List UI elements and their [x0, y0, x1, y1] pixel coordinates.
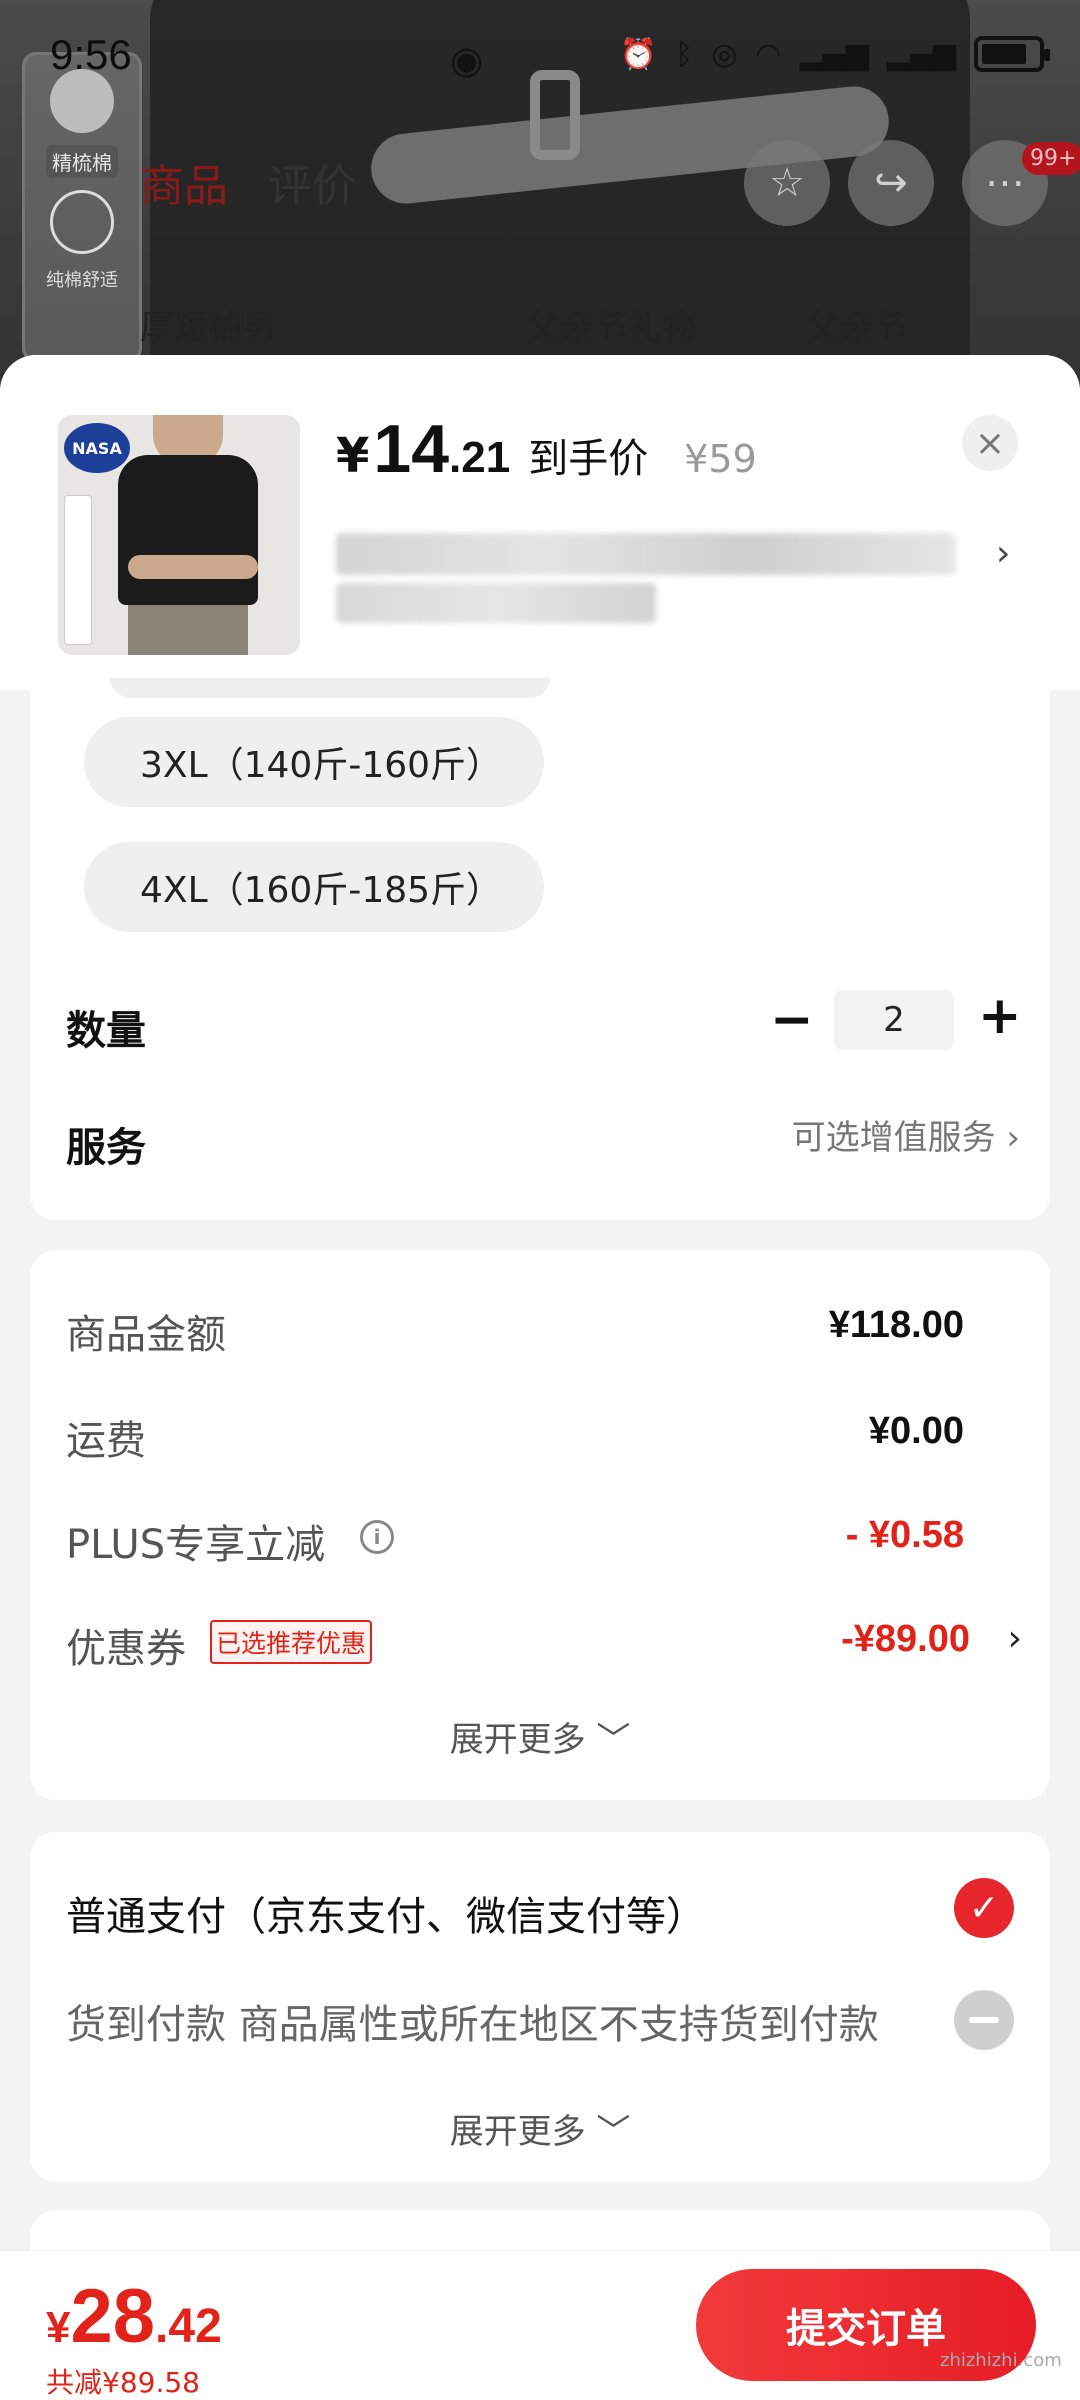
disabled-option-icon	[954, 1990, 1014, 2050]
shipping-label: 运费	[66, 1418, 146, 1464]
shipping-value: ¥0.00	[868, 1410, 964, 1452]
status-icons: ⏰ ᛒ ◎ ◠ ▂▄▆ ▂▄▆	[619, 36, 1050, 72]
feature-strip	[64, 495, 92, 645]
sheet-header: NASA ¥ 14 .21 到手价 ¥59 × ›	[0, 355, 1080, 690]
background-search-row: 厚短袖男 父亲节礼物 父亲节	[80, 300, 1080, 349]
price-decimal: .21	[449, 433, 511, 482]
wifi-icon: ◠	[755, 36, 782, 72]
payment-card: 普通支付（京东支付、微信支付等） ✓ 货到付款 商品属性或所在地区不支持货到付款…	[30, 1832, 1050, 2182]
message-badge: 99+	[1022, 142, 1080, 175]
thumb-tag: 精梳棉	[46, 145, 118, 178]
model-arm	[128, 555, 258, 579]
coupon-label: 优惠券	[66, 1626, 186, 1672]
quantity-minus-button[interactable]: −	[770, 990, 814, 1050]
quantity-plus-button[interactable]: +	[978, 986, 1022, 1046]
search-term: 父亲节	[806, 308, 908, 348]
size-option-4xl[interactable]: 4XL（160斤-185斤）	[84, 842, 544, 932]
total-price: ¥ 28 .42	[46, 2273, 222, 2360]
quantity-label: 数量	[66, 1008, 146, 1054]
eye-icon: ◉	[450, 38, 484, 82]
chevron-right-icon[interactable]: ›	[1008, 1618, 1022, 1659]
battery-icon	[974, 36, 1050, 72]
background-tabs: 商品 评价	[140, 150, 356, 214]
service-label: 服务	[66, 1125, 146, 1171]
original-price: ¥59	[684, 437, 757, 481]
plus-discount-value: - ¥0.58	[845, 1514, 964, 1556]
coupon-value[interactable]: -¥89.00	[841, 1618, 970, 1661]
blurred-address-line2	[336, 583, 656, 623]
plus-discount-label: PLUS专享立减	[66, 1522, 326, 1568]
favorite-star-icon: ☆	[744, 140, 830, 226]
model-pants	[128, 605, 248, 655]
expand-more-amounts[interactable]: 展开更多 ﹀	[30, 1712, 1050, 1761]
cotton-flower-icon	[50, 190, 114, 254]
signal-4g-icon: ▂▄▆	[799, 36, 869, 72]
status-time: 9:56	[50, 31, 132, 78]
quantity-input[interactable]: 2	[834, 990, 954, 1050]
checkout-bar: ¥ 28 .42 共减¥89.58 提交订单	[0, 2250, 1080, 2400]
alarm-icon: ⏰	[619, 36, 658, 72]
search-term: 厚短袖男	[140, 308, 276, 348]
model-tshirt	[118, 455, 258, 605]
total-integer: 28	[70, 2274, 156, 2359]
value-added-service-link[interactable]: 可选增值服务 ›	[792, 1110, 1020, 1159]
price-row: ¥ 14 .21 到手价 ¥59	[336, 410, 757, 488]
watermark: zhizhizhi.com	[940, 2350, 1062, 2371]
price-integer: 14	[373, 411, 450, 487]
status-bar: 9:56 ◉ ⏰ ᛒ ◎ ◠ ▂▄▆ ▂▄▆	[0, 0, 1080, 110]
nasa-logo-icon: NASA	[64, 423, 130, 473]
goods-amount-label: 商品金额	[66, 1312, 226, 1358]
goods-amount-value: ¥118.00	[828, 1304, 964, 1346]
info-icon[interactable]: i	[360, 1520, 394, 1554]
payment-cod-option: 货到付款 商品属性或所在地区不支持货到付款	[66, 2002, 879, 2048]
payment-normal-option[interactable]: 普通支付（京东支付、微信支付等）	[66, 1884, 706, 1942]
bluetooth-icon: ᛒ	[675, 36, 694, 72]
price-currency: ¥	[336, 428, 370, 484]
amount-card: 商品金额 ¥118.00 运费 ¥0.00 PLUS专享立减 i - ¥0.58…	[30, 1250, 1050, 1800]
coupon-recommended-badge: 已选推荐优惠	[210, 1620, 373, 1664]
hotspot-icon: ◎	[711, 36, 738, 72]
price-label: 到手价	[528, 436, 649, 482]
search-term: 父亲节礼物	[526, 308, 696, 348]
expand-more-payment[interactable]: 展开更多 ﹀	[30, 2104, 1050, 2153]
total-saved: 共减¥89.58	[46, 2366, 200, 2399]
total-decimal: .42	[155, 2300, 222, 2353]
close-button[interactable]: ×	[962, 415, 1018, 471]
product-image[interactable]: NASA	[58, 415, 300, 655]
share-icon: ↪	[848, 140, 934, 226]
tab-reviews: 评价	[268, 161, 356, 212]
size-option-3xl[interactable]: 3XL（140斤-160斤）	[84, 717, 544, 807]
spec-card: 3XL（140斤-160斤） 4XL（160斤-185斤） 数量 − 2 + 服…	[30, 678, 1050, 1220]
size-chip-partial[interactable]	[110, 678, 550, 698]
thumb-small-text: 纯棉舒适	[46, 270, 118, 291]
signal-4g-icon: ▂▄▆	[886, 36, 956, 72]
blurred-address	[336, 533, 956, 575]
purchase-sheet: NASA ¥ 14 .21 到手价 ¥59 × › 3XL（140斤-160斤）…	[0, 355, 1080, 2400]
total-currency: ¥	[46, 2303, 71, 2352]
chevron-right-icon[interactable]: ›	[996, 533, 1010, 574]
checkmark-selected-icon[interactable]: ✓	[954, 1878, 1014, 1938]
tab-goods: 商品	[140, 161, 228, 212]
